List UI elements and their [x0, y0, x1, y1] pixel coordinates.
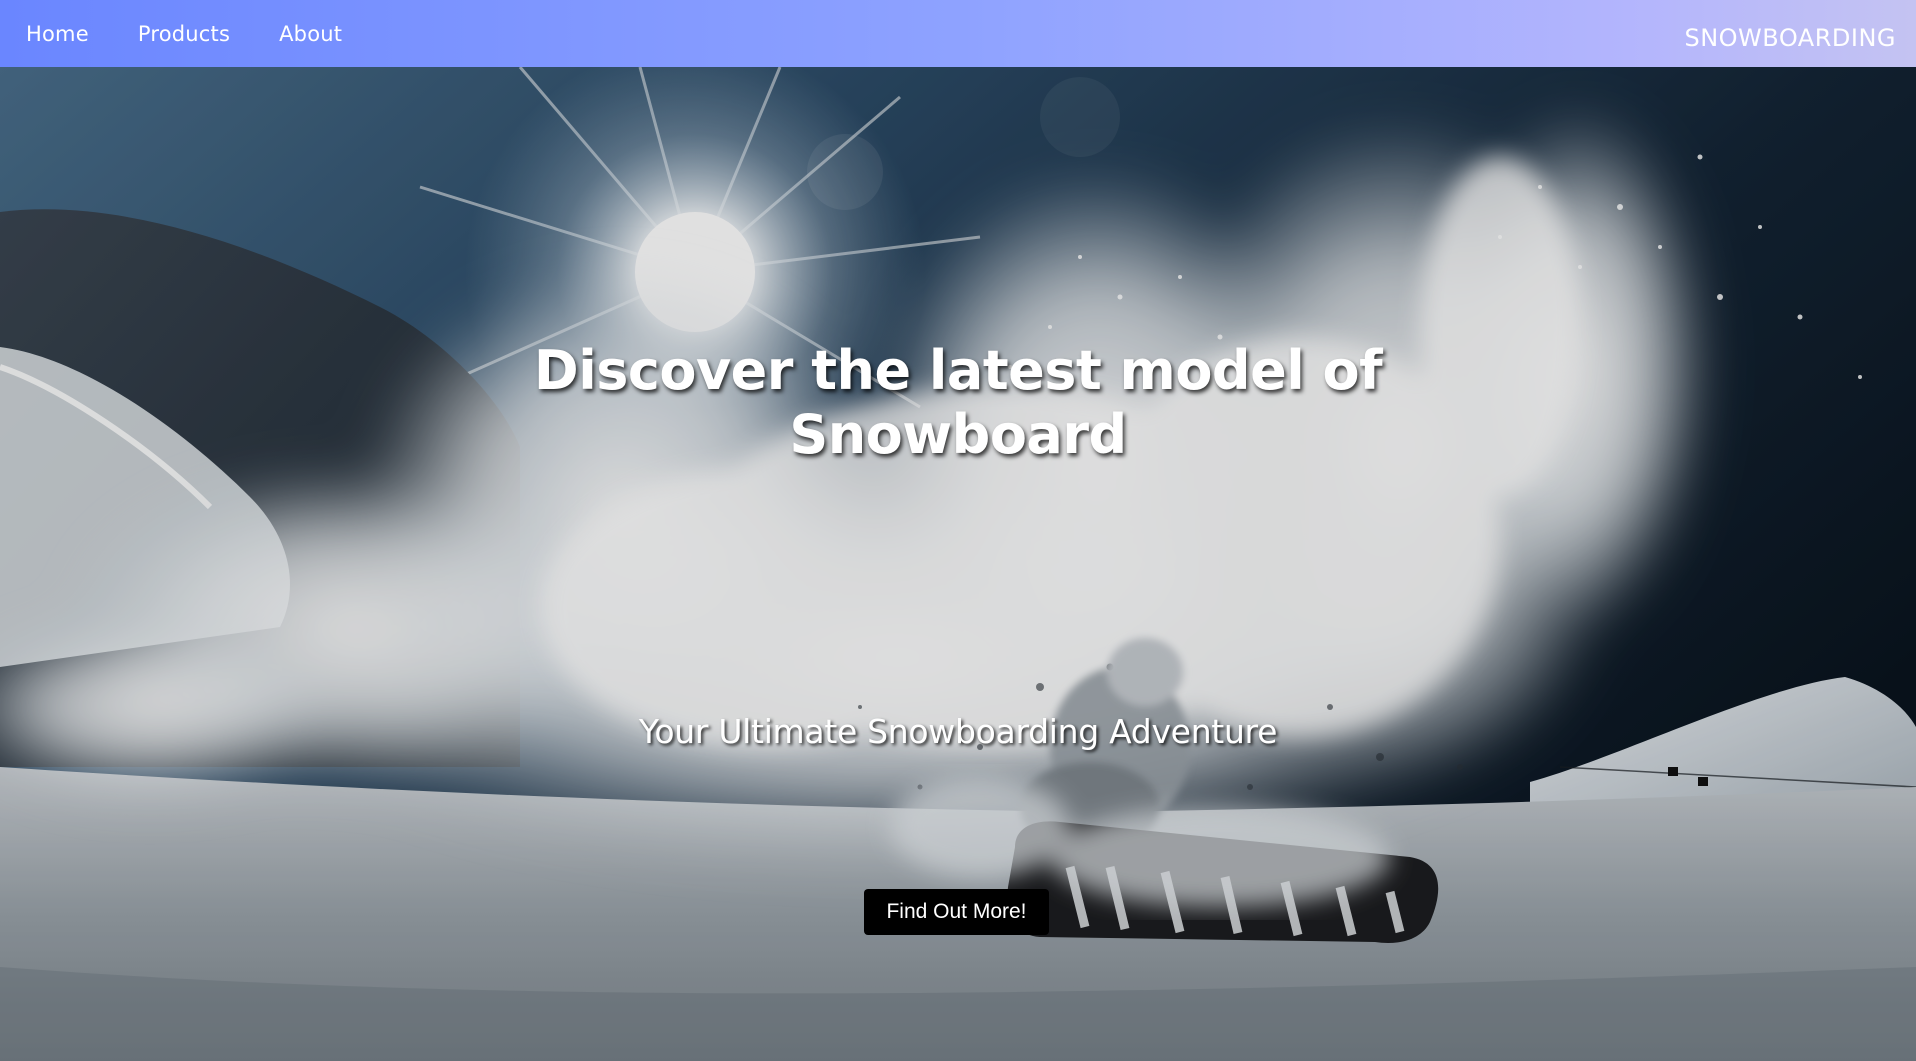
hero-title: Discover the latest model of Snowboard	[533, 339, 1383, 467]
nav-link-products[interactable]: Products	[138, 22, 230, 46]
find-out-more-button[interactable]: Find Out More!	[864, 889, 1049, 935]
hero-section: Discover the latest model of Snowboard Y…	[0, 67, 1916, 1061]
brand-logo-text[interactable]: SNOWBOARDING	[1684, 0, 1896, 76]
nav-link-home[interactable]: Home	[26, 22, 89, 46]
page: Home Products About SNOWBOARDING Discove…	[0, 0, 1916, 1061]
nav-links: Home Products About	[26, 0, 391, 67]
top-navbar: Home Products About SNOWBOARDING	[0, 0, 1916, 67]
nav-link-about[interactable]: About	[279, 22, 342, 46]
hero-subtitle: Your Ultimate Snowboarding Adventure	[638, 712, 1278, 751]
